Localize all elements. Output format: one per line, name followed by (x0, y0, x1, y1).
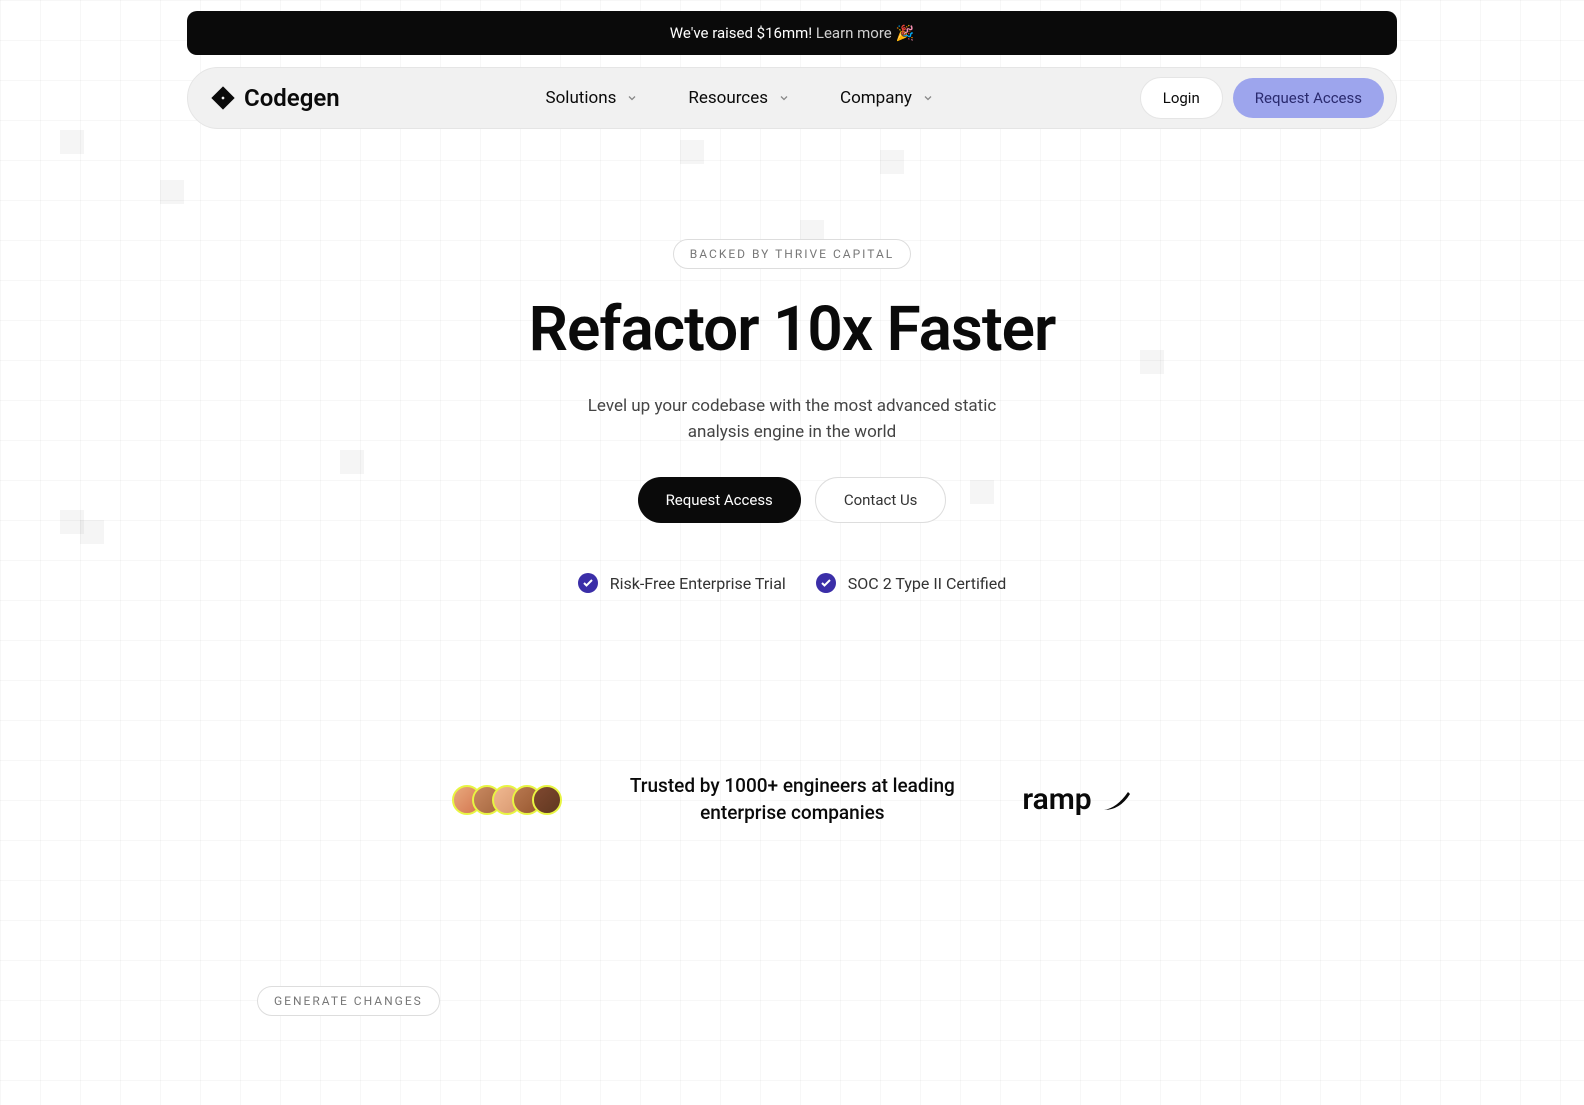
badge-label: SOC 2 Type II Certified (848, 574, 1006, 593)
ramp-icon (1102, 788, 1132, 812)
badge-label: Risk-Free Enterprise Trial (610, 574, 786, 593)
logo[interactable]: Codegen (210, 84, 340, 112)
trust-badges: Risk-Free Enterprise Trial SOC 2 Type II… (187, 573, 1397, 593)
nav-actions: Login Request Access (1140, 77, 1384, 119)
nav-menu: Solutions Resources Company (546, 88, 934, 108)
hero-title: Refactor 10x Faster (187, 293, 1397, 366)
backed-by-pill: BACKED BY THRIVE CAPITAL (673, 239, 911, 269)
login-button[interactable]: Login (1140, 77, 1223, 119)
brand-name: Codegen (244, 84, 340, 112)
social-proof-section: Trusted by 1000+ engineers at leading en… (187, 773, 1397, 826)
avatar (532, 785, 562, 815)
check-circle-icon (816, 573, 836, 593)
chevron-down-icon (626, 92, 638, 104)
nav-item-resources[interactable]: Resources (688, 88, 790, 108)
hero-subtitle: Level up your codebase with the most adv… (582, 394, 1002, 445)
social-proof-text: Trusted by 1000+ engineers at leading en… (622, 773, 962, 826)
nav-label: Solutions (546, 88, 617, 108)
avatar-group (452, 785, 562, 815)
announcement-text: We've raised $16mm! (670, 24, 812, 42)
partner-logo-ramp: ramp (1022, 782, 1131, 817)
logo-icon (210, 85, 236, 111)
announcement-bar[interactable]: We've raised $16mm! Learn more 🎉 (187, 11, 1397, 55)
contact-us-button[interactable]: Contact Us (815, 477, 947, 523)
nav-label: Company (840, 88, 912, 108)
hero-section: BACKED BY THRIVE CAPITAL Refactor 10x Fa… (187, 129, 1397, 593)
chevron-down-icon (778, 92, 790, 104)
hero-buttons: Request Access Contact Us (187, 477, 1397, 523)
request-access-button[interactable]: Request Access (1233, 78, 1384, 118)
partner-name: ramp (1022, 782, 1091, 817)
hero-request-access-button[interactable]: Request Access (638, 477, 801, 523)
trust-badge-soc2: SOC 2 Type II Certified (816, 573, 1006, 593)
nav-label: Resources (688, 88, 768, 108)
nav-item-solutions[interactable]: Solutions (546, 88, 639, 108)
nav-item-company[interactable]: Company (840, 88, 934, 108)
check-circle-icon (578, 573, 598, 593)
generate-changes-pill: GENERATE CHANGES (257, 986, 440, 1016)
announcement-link: Learn more (816, 24, 892, 42)
section-tag-container: GENERATE CHANGES (257, 986, 1397, 1040)
navbar: Codegen Solutions Resources Company Logi… (187, 67, 1397, 129)
party-popper-icon: 🎉 (896, 24, 915, 42)
chevron-down-icon (922, 92, 934, 104)
trust-badge-trial: Risk-Free Enterprise Trial (578, 573, 786, 593)
